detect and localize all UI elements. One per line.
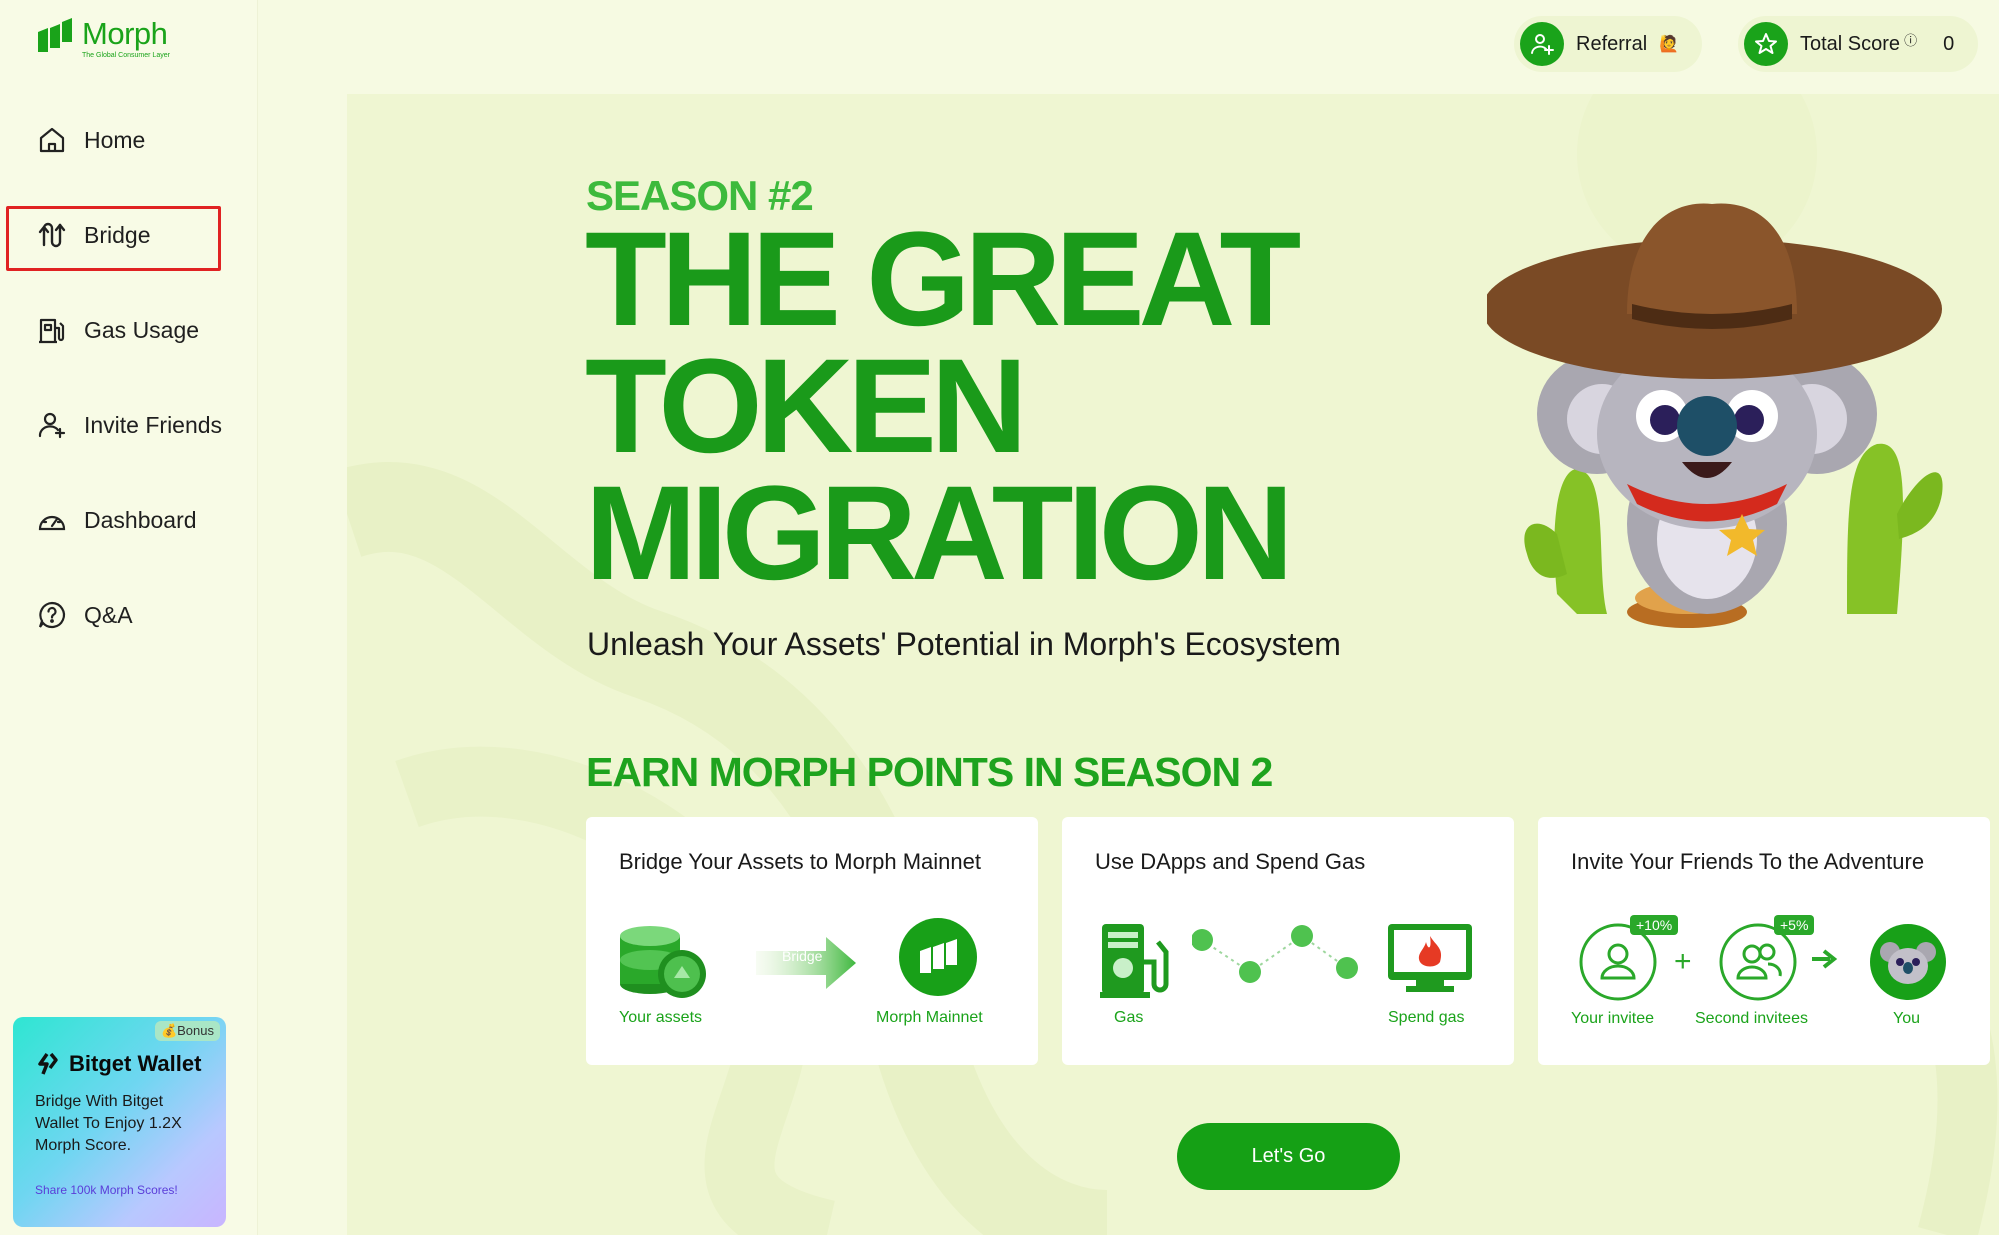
- referral-icon: [1520, 22, 1564, 66]
- sidebar-item-label: Home: [84, 126, 146, 153]
- promo-text: Bridge With Bitget Wallet To Enjoy 1.2X …: [35, 1093, 182, 1154]
- sidebar-item-bridge[interactable]: Bridge: [36, 210, 236, 260]
- gas-station-icon: [1100, 924, 1169, 998]
- spend-gas-monitor-icon: [1388, 924, 1472, 992]
- promo-title: Bitget Wallet: [69, 1051, 202, 1076]
- bridge-arrow-label: Bridge: [782, 948, 823, 964]
- bitget-logo-icon: [38, 1052, 58, 1075]
- bridge-icon: [38, 222, 66, 248]
- bitget-promo-card[interactable]: 💰Bonus Bitget Wallet Bridge With Bitget …: [13, 1017, 226, 1227]
- hero-section: SEASON #2 THE GREAT TOKEN MIGRATION Unle…: [347, 94, 1999, 1235]
- logo-tagline: The Global Consumer Layer: [82, 52, 170, 59]
- hero-title: THE GREAT TOKEN MIGRATION: [585, 205, 1485, 608]
- sidebar-item-home[interactable]: Home: [36, 115, 236, 165]
- your-assets-label: Your assets: [619, 1009, 703, 1026]
- second-invitees-label: Second invitees: [1695, 1010, 1808, 1027]
- sidebar-item-dashboard[interactable]: Dashboard: [36, 495, 236, 545]
- sidebar-item-label: Bridge: [84, 221, 151, 248]
- referral-button[interactable]: Referral 🙋: [1514, 16, 1702, 72]
- plus-icon: +: [1674, 945, 1692, 978]
- sidebar-item-label: Invite Friends: [84, 411, 223, 438]
- hero-title-line-1: THE GREAT: [585, 205, 1301, 354]
- hero-title-line-2: TOKEN: [585, 332, 1028, 481]
- referral-emoji-icon: 🙋: [1659, 36, 1680, 53]
- gas-label: Gas: [1114, 1009, 1144, 1026]
- sidebar: Morph The Global Consumer Layer Home Bri…: [0, 0, 258, 1235]
- earn-heading: EARN MORPH POINTS IN SEASON 2: [586, 749, 1273, 795]
- morph-mainnet-label: Morph Mainnet: [876, 1009, 983, 1026]
- info-icon: ⓘ: [1904, 32, 1918, 48]
- star-icon: [1744, 22, 1788, 66]
- hero-tagline: Unleash Your Assets' Potential in Morph'…: [587, 626, 1341, 662]
- logo[interactable]: Morph The Global Consumer Layer: [36, 18, 170, 59]
- promo-badge: 💰Bonus: [154, 1021, 220, 1041]
- question-icon: [38, 601, 66, 629]
- bridge-assets-card: Bridge Your Assets to Morph Mainnet Brid…: [586, 817, 1038, 1065]
- invite-friends-card: Invite Your Friends To the Adventure +10…: [1538, 817, 1990, 1065]
- morph-logo-icon: [38, 18, 72, 52]
- sidebar-item-gas-usage[interactable]: Gas Usage: [36, 305, 236, 355]
- referral-label: Referral: [1576, 32, 1648, 55]
- arrow-right-icon: [1812, 949, 1838, 969]
- sidebar-item-invite-friends[interactable]: Invite Friends: [36, 400, 236, 450]
- card-title: Bridge Your Assets to Morph Mainnet: [619, 849, 981, 874]
- card-title: Use DApps and Spend Gas: [1095, 849, 1366, 874]
- your-invitee-label: Your invitee: [1571, 1010, 1655, 1027]
- sidebar-item-qa[interactable]: Q&A: [36, 590, 236, 640]
- lets-go-button[interactable]: Let's Go: [1177, 1123, 1400, 1190]
- coin-stack-icon: [620, 926, 706, 998]
- gauge-icon: [38, 515, 66, 531]
- sidebar-item-label: Q&A: [84, 601, 133, 628]
- total-score-label: Total Score: [1800, 32, 1901, 55]
- total-score-pill[interactable]: Total Score ⓘ 0: [1738, 16, 1978, 72]
- invitee-bonus-badge: +10%: [1630, 915, 1679, 935]
- dapps-gas-card: Use DApps and Spend Gas Gas Spend gas: [1062, 817, 1514, 1065]
- spend-gas-label: Spend gas: [1388, 1009, 1465, 1026]
- card-title: Invite Your Friends To the Adventure: [1571, 849, 1925, 874]
- second-invitee-bonus-badge: +5%: [1774, 915, 1815, 935]
- koala-avatar-icon: [1870, 924, 1946, 1000]
- total-score-value: 0: [1943, 32, 1955, 55]
- koala-mascot-illustration: [1487, 203, 1943, 628]
- you-label: You: [1893, 1010, 1920, 1027]
- hero-title-line-3: MIGRATION: [585, 459, 1294, 608]
- user-add-icon: [38, 412, 66, 439]
- logo-name: Morph: [82, 16, 168, 51]
- gas-pump-icon: [39, 318, 65, 344]
- morph-mainnet-icon: [899, 918, 977, 996]
- promo-link[interactable]: Share 100k Morph Scores!: [35, 1183, 204, 1197]
- sidebar-item-label: Dashboard: [84, 506, 197, 533]
- sidebar-item-label: Gas Usage: [84, 316, 200, 343]
- gas-flow-dots-icon: [1192, 925, 1358, 983]
- home-icon: [39, 127, 65, 153]
